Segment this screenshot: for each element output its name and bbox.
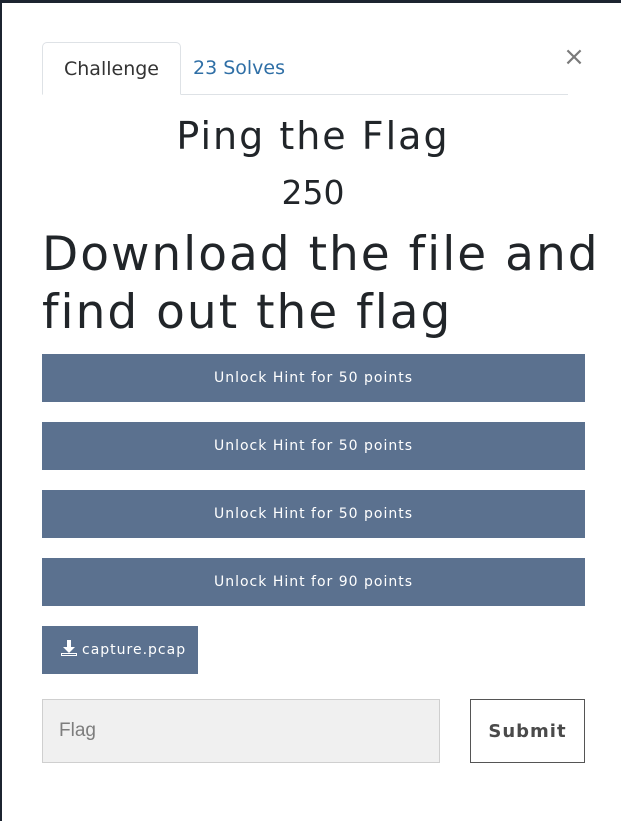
download-file-button[interactable]: capture.pcap — [42, 626, 198, 674]
challenge-points: 250 — [281, 173, 345, 212]
challenge-title: Ping the Flag — [176, 114, 450, 158]
tab-solves[interactable]: 23 Solves — [172, 42, 306, 93]
tab-challenge[interactable]: Challenge — [42, 42, 181, 95]
unlock-hint-button[interactable]: Unlock Hint for 50 points — [42, 422, 585, 470]
download-icon — [61, 640, 77, 656]
challenge-tabs: Challenge 23 Solves — [42, 42, 568, 95]
unlock-hint-button[interactable]: Unlock Hint for 90 points — [42, 558, 585, 606]
unlock-hint-button[interactable]: Unlock Hint for 50 points — [42, 490, 585, 538]
flag-input[interactable] — [42, 699, 440, 763]
challenge-description: Download the file and find out the flag — [42, 227, 600, 340]
unlock-hint-button[interactable]: Unlock Hint for 50 points — [42, 354, 585, 402]
submit-button[interactable]: Submit — [470, 699, 585, 763]
file-name: capture.pcap — [82, 642, 187, 658]
